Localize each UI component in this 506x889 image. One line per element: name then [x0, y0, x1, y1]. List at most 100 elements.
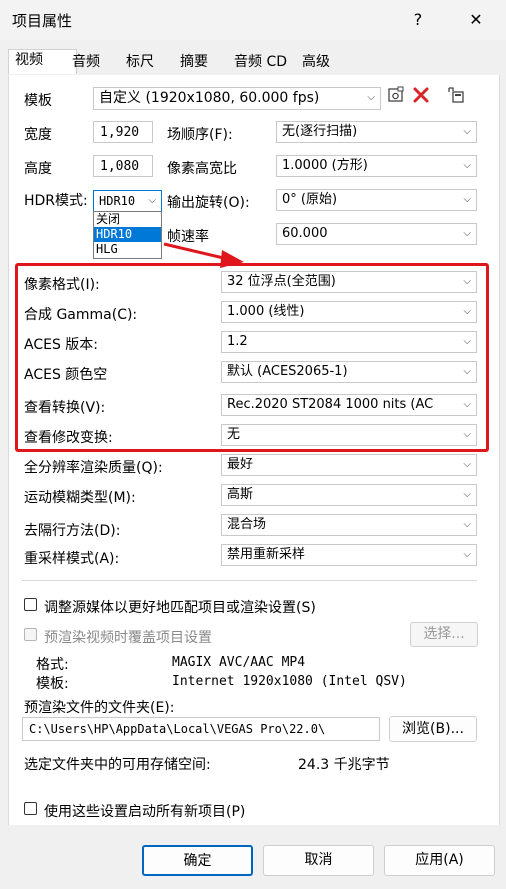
window-title: 项目属性	[12, 12, 73, 30]
prerender-folder-label: 预渲染文件的文件夹(E):	[24, 700, 175, 716]
hdr-option-off[interactable]: 关闭	[94, 212, 161, 227]
output-rotation-select[interactable]: 0° (原始) ⌵	[276, 189, 477, 211]
tab-summary[interactable]: 摘要	[174, 52, 214, 75]
pixel-format-label: 像素格式(I):	[24, 277, 100, 293]
resample-label: 重采样模式(A):	[24, 551, 120, 567]
chevron-down-icon: ⌵	[367, 92, 375, 103]
chevron-down-icon: ⌵	[148, 195, 156, 206]
template-select[interactable]: 自定义 (1920x1080, 60.000 fps) ⌵	[93, 87, 381, 110]
field-order-value: 无(逐行扫描)	[282, 124, 358, 139]
composite-gamma-label: 合成 Gamma(C):	[24, 307, 138, 323]
delete-template-icon[interactable]	[412, 86, 430, 104]
adjust-source-checkbox[interactable]	[24, 598, 37, 611]
prerender-folder-input[interactable]: C:\Users\HP\AppData\Local\VEGAS Pro\22.0…	[22, 717, 380, 741]
width-label: 宽度	[24, 127, 52, 143]
adjust-source-label: 调整源媒体以更好地匹配项目或渲染设置(S)	[44, 600, 316, 616]
width-input[interactable]: 1,920	[93, 121, 153, 143]
chevron-down-icon: ⌵	[463, 276, 471, 287]
template-info-value: Internet 1920x1080 (Intel QSV)	[172, 674, 407, 689]
pixel-aspect-label: 像素高宽比	[167, 161, 237, 177]
chevron-down-icon: ⌵	[463, 399, 471, 410]
pixel-format-value: 32 位浮点(全范围)	[227, 274, 336, 289]
chevron-down-icon: ⌵	[463, 459, 471, 470]
tab-advanced[interactable]: 高级	[296, 52, 336, 75]
prerender-override-checkbox[interactable]	[24, 628, 37, 641]
deinterlace-select[interactable]: 混合场 ⌵	[221, 514, 477, 536]
help-button[interactable]: ?	[398, 6, 438, 34]
chevron-down-icon: ⌵	[463, 306, 471, 317]
aces-version-select[interactable]: 1.2 ⌵	[221, 331, 477, 353]
frame-rate-value: 60.000	[282, 226, 328, 241]
resample-select[interactable]: 禁用重新采样 ⌵	[221, 544, 477, 566]
browse-button[interactable]: 浏览(B)...	[389, 716, 477, 742]
pixel-aspect-value: 1.0000 (方形)	[282, 158, 368, 173]
save-template-icon[interactable]	[387, 86, 405, 104]
height-input[interactable]: 1,080	[93, 155, 153, 177]
view-transform-select[interactable]: Rec.2020 ST2084 1000 nits (AC ⌵	[221, 394, 477, 416]
field-order-label: 场顺序(F):	[167, 127, 233, 143]
look-transform-select[interactable]: 无 ⌵	[221, 424, 477, 446]
output-rotation-value: 0° (原始)	[282, 192, 338, 207]
resample-value: 禁用重新采样	[227, 547, 306, 562]
tab-audio[interactable]: 音频	[66, 52, 106, 75]
hdr-option-hlg[interactable]: HLG	[94, 242, 161, 257]
tab-ruler[interactable]: 标尺	[120, 52, 160, 75]
chevron-down-icon: ⌵	[463, 429, 471, 440]
render-quality-value: 最好	[227, 457, 254, 472]
render-quality-label: 全分辨率渲染质量(Q):	[24, 460, 163, 476]
template-info-label: 模板:	[36, 676, 69, 692]
motion-blur-value: 高斯	[227, 487, 254, 502]
free-space-value: 24.3 千兆字节	[298, 757, 390, 773]
look-transform-label: 查看修改变换:	[24, 430, 113, 446]
field-order-select[interactable]: 无(逐行扫描) ⌵	[276, 121, 477, 143]
chevron-down-icon: ⌵	[463, 336, 471, 347]
format-info-label: 格式:	[36, 657, 69, 673]
hdr-mode-dropdown: 关闭 HDR10 HLG	[93, 211, 162, 259]
divider	[22, 580, 477, 581]
chevron-down-icon: ⌵	[463, 489, 471, 500]
chevron-down-icon: ⌵	[463, 519, 471, 530]
apply-button[interactable]: 应用(A)	[384, 845, 495, 876]
ok-button[interactable]: 确定	[142, 845, 253, 876]
tab-audio-cd[interactable]: 音频 CD	[228, 52, 293, 75]
aces-colorspace-select[interactable]: 默认 (ACES2065-1) ⌵	[221, 361, 477, 383]
chevron-down-icon: ⌵	[463, 160, 471, 171]
view-transform-label: 查看转换(V):	[24, 400, 106, 416]
aces-colorspace-value: 默认 (ACES2065-1)	[227, 364, 348, 379]
aces-version-value: 1.2	[227, 334, 248, 349]
match-media-icon[interactable]	[447, 86, 465, 104]
output-rotation-label: 输出旋转(O):	[167, 195, 250, 211]
aces-colorspace-label: ACES 颜色空	[24, 367, 108, 383]
pixel-format-select[interactable]: 32 位浮点(全范围) ⌵	[221, 271, 477, 293]
template-value: 自定义 (1920x1080, 60.000 fps)	[99, 90, 320, 106]
deinterlace-value: 混合场	[227, 517, 267, 532]
template-label: 模板	[24, 93, 52, 109]
chevron-down-icon: ⌵	[463, 366, 471, 377]
start-new-label: 使用这些设置启动所有新项目(P)	[44, 804, 246, 820]
render-quality-select[interactable]: 最好 ⌵	[221, 454, 477, 476]
hdr-mode-select[interactable]: HDR10 ⌵	[93, 190, 162, 212]
composite-gamma-select[interactable]: 1.000 (线性) ⌵	[221, 301, 477, 323]
free-space-label: 选定文件夹中的可用存储空间:	[24, 757, 211, 773]
chevron-down-icon: ⌵	[463, 228, 471, 239]
pixel-aspect-select[interactable]: 1.0000 (方形) ⌵	[276, 155, 477, 177]
prerender-override-label: 预渲染视频时覆盖项目设置	[44, 630, 212, 646]
chevron-down-icon: ⌵	[463, 549, 471, 560]
aces-version-label: ACES 版本:	[24, 337, 99, 353]
close-button[interactable]: ✕	[456, 6, 496, 34]
choose-button[interactable]: 选择...	[410, 622, 478, 647]
motion-blur-label: 运动模糊类型(M):	[24, 490, 136, 506]
height-label: 高度	[24, 161, 52, 177]
chevron-down-icon: ⌵	[463, 194, 471, 205]
composite-gamma-value: 1.000 (线性)	[227, 304, 305, 319]
cancel-button[interactable]: 取消	[263, 845, 374, 876]
hdr-option-hdr10[interactable]: HDR10	[94, 227, 161, 242]
motion-blur-select[interactable]: 高斯 ⌵	[221, 484, 477, 506]
frame-rate-select[interactable]: 60.000 ⌵	[276, 223, 477, 245]
view-transform-value: Rec.2020 ST2084 1000 nits (AC	[227, 397, 434, 412]
deinterlace-label: 去隔行方法(D):	[24, 523, 121, 539]
start-new-checkbox[interactable]	[24, 802, 37, 815]
format-info-value: MAGIX AVC/AAC MP4	[172, 655, 306, 670]
look-transform-value: 无	[227, 427, 241, 442]
hdr-mode-label: HDR模式:	[24, 193, 88, 209]
